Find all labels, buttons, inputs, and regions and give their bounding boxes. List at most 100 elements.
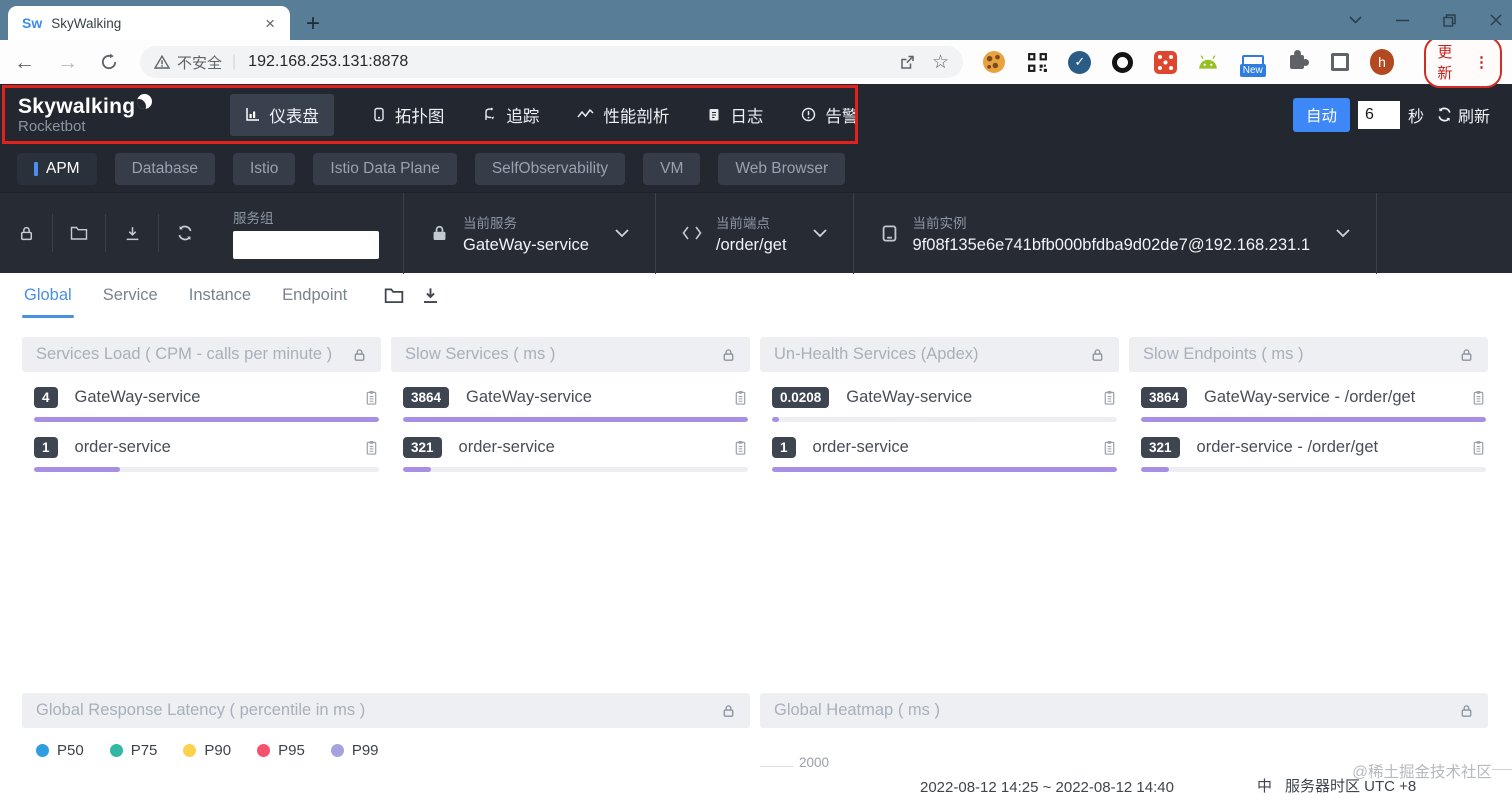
copy-clipboard-icon[interactable] xyxy=(1471,439,1486,456)
copy-clipboard-icon[interactable] xyxy=(733,439,748,456)
time-range[interactable]: 2022-08-12 14:25 ~ 2022-08-12 14:40 xyxy=(920,779,1174,796)
android-extension-icon[interactable] xyxy=(1195,54,1222,70)
lock-icon[interactable] xyxy=(721,347,736,363)
card-title: Slow Services ( ms ) xyxy=(405,345,556,363)
list-item[interactable]: 3864 GateWay-service - /order/get xyxy=(1141,387,1486,408)
legend-item-p50[interactable]: P50 xyxy=(36,742,84,759)
reader-frame-icon[interactable] xyxy=(1327,53,1354,71)
card-header: Services Load ( CPM - calls per minute ) xyxy=(22,337,381,372)
current-service-selector[interactable]: 当前服务 GateWay-service xyxy=(403,192,655,274)
nav-alarm[interactable]: 告警 xyxy=(801,103,858,127)
current-endpoint-selector[interactable]: 当前端点 /order/get xyxy=(654,192,853,274)
group-self-observability[interactable]: SelfObservability xyxy=(474,152,626,185)
copy-clipboard-icon[interactable] xyxy=(364,389,379,406)
chrome-update-button[interactable]: 更新 ⋮ xyxy=(1424,36,1503,88)
group-istio[interactable]: Istio xyxy=(232,152,296,185)
close-icon[interactable] xyxy=(1490,14,1502,26)
refresh-seconds-input[interactable] xyxy=(1357,100,1400,129)
back-icon[interactable]: ← xyxy=(14,52,35,73)
reload-data-icon[interactable] xyxy=(159,213,211,253)
extensions-puzzle-icon[interactable] xyxy=(1284,50,1311,69)
current-instance-selector[interactable]: 当前实例 9f08f135e6e741bfb000bfdba9d02de7@19… xyxy=(852,192,1377,274)
bookmark-star-icon[interactable]: ☆ xyxy=(932,51,949,74)
group-apm[interactable]: APM xyxy=(17,152,97,185)
list-item[interactable]: 1 order-service xyxy=(772,437,1117,458)
list-item[interactable]: 321 order-service xyxy=(403,437,748,458)
lock-icon[interactable] xyxy=(1090,347,1105,363)
lock-icon[interactable] xyxy=(721,703,736,719)
minimize-icon[interactable] xyxy=(1396,19,1409,22)
service-group-input[interactable] xyxy=(233,231,379,259)
tab-endpoint[interactable]: Endpoint xyxy=(282,273,347,318)
browser-tab[interactable]: Sw SkyWalking × xyxy=(8,6,290,40)
auto-refresh-button[interactable]: 自动 xyxy=(1292,97,1350,132)
copy-clipboard-icon[interactable] xyxy=(364,439,379,456)
value-badge: 4 xyxy=(34,387,58,408)
language-toggle[interactable]: 中 xyxy=(1257,775,1272,796)
list-item[interactable]: 1 order-service xyxy=(34,437,379,458)
chevron-down-icon[interactable] xyxy=(1336,228,1350,238)
chevron-down-icon[interactable] xyxy=(812,228,827,238)
list-item[interactable]: 0.0208 GateWay-service xyxy=(772,387,1117,408)
forward-icon[interactable]: → xyxy=(57,52,78,73)
legend-item-p99[interactable]: P99 xyxy=(330,742,379,759)
browser-menu-icon[interactable]: ⋮ xyxy=(1474,53,1489,71)
tab-close-icon[interactable]: × xyxy=(260,13,280,34)
tab-search-icon[interactable] xyxy=(1349,16,1362,24)
copy-clipboard-icon[interactable] xyxy=(1471,389,1486,406)
dice-extension-icon[interactable] xyxy=(1152,50,1179,74)
tab-global[interactable]: Global xyxy=(22,273,74,318)
chevron-down-icon[interactable] xyxy=(615,228,629,238)
profile-avatar[interactable]: h xyxy=(1369,49,1395,75)
list-item[interactable]: 321 order-service - /order/get xyxy=(1141,437,1486,458)
security-label[interactable]: 不安全 xyxy=(177,52,222,73)
lock-icon[interactable] xyxy=(1459,703,1474,719)
copy-clipboard-icon[interactable] xyxy=(733,389,748,406)
list-item[interactable]: 3864 GateWay-service xyxy=(403,387,748,408)
endpoint-code-icon xyxy=(682,226,702,240)
group-database[interactable]: Database xyxy=(114,152,215,185)
lock-icon[interactable] xyxy=(352,347,367,363)
group-database-label: Database xyxy=(131,159,198,177)
legend-item-p90[interactable]: P90 xyxy=(183,742,231,759)
nav-trace[interactable]: 追踪 xyxy=(482,103,539,127)
check-extension-icon[interactable]: ✓ xyxy=(1066,50,1093,74)
refresh-button[interactable]: 刷新 xyxy=(1436,103,1490,127)
window-controls xyxy=(1349,0,1502,40)
restore-icon[interactable] xyxy=(1443,13,1456,27)
copy-clipboard-icon[interactable] xyxy=(1102,439,1117,456)
not-secure-icon[interactable] xyxy=(154,55,170,69)
ring-extension-icon[interactable] xyxy=(1109,51,1136,73)
reload-icon[interactable] xyxy=(100,53,118,71)
download-icon[interactable] xyxy=(421,286,440,305)
new-tab-button[interactable]: + xyxy=(306,12,320,36)
tab-instance[interactable]: Instance xyxy=(189,273,251,318)
nav-topology[interactable]: 拓扑图 xyxy=(372,103,444,127)
qr-code-extension-icon[interactable] xyxy=(1024,52,1051,73)
progress-fill xyxy=(34,467,121,472)
url-text[interactable]: 192.168.253.131:8878 xyxy=(248,53,883,71)
legend-item-p75[interactable]: P75 xyxy=(109,742,157,759)
group-vm[interactable]: VM xyxy=(643,152,701,185)
group-istio-data-plane-label: Istio Data Plane xyxy=(330,159,440,177)
progress-bar xyxy=(1141,467,1486,472)
tab-service[interactable]: Service xyxy=(103,273,158,318)
cookie-extension-icon[interactable] xyxy=(981,51,1008,73)
group-istio-data-plane[interactable]: Istio Data Plane xyxy=(313,152,457,185)
legend-item-p95[interactable]: P95 xyxy=(257,742,305,759)
nav-profile[interactable]: 性能剖析 xyxy=(577,103,669,127)
copy-clipboard-icon[interactable] xyxy=(1102,389,1117,406)
nav-log[interactable]: 日志 xyxy=(707,103,763,127)
lock-dashboard-icon[interactable] xyxy=(0,213,52,253)
nav-dashboard[interactable]: 仪表盘 xyxy=(230,93,334,136)
share-icon[interactable] xyxy=(899,54,916,71)
lock-icon[interactable] xyxy=(1459,347,1474,363)
screenshot-extension-icon[interactable]: New xyxy=(1237,48,1268,77)
export-download-icon[interactable] xyxy=(106,213,158,253)
service-group-label: 服务组 xyxy=(233,211,274,226)
folder-icon[interactable] xyxy=(384,287,404,304)
folder-templates-icon[interactable] xyxy=(53,213,105,253)
address-bar[interactable]: 不安全 | 192.168.253.131:8878 ☆ xyxy=(140,46,963,78)
group-web-browser[interactable]: Web Browser xyxy=(718,152,846,185)
list-item[interactable]: 4 GateWay-service xyxy=(34,387,379,408)
